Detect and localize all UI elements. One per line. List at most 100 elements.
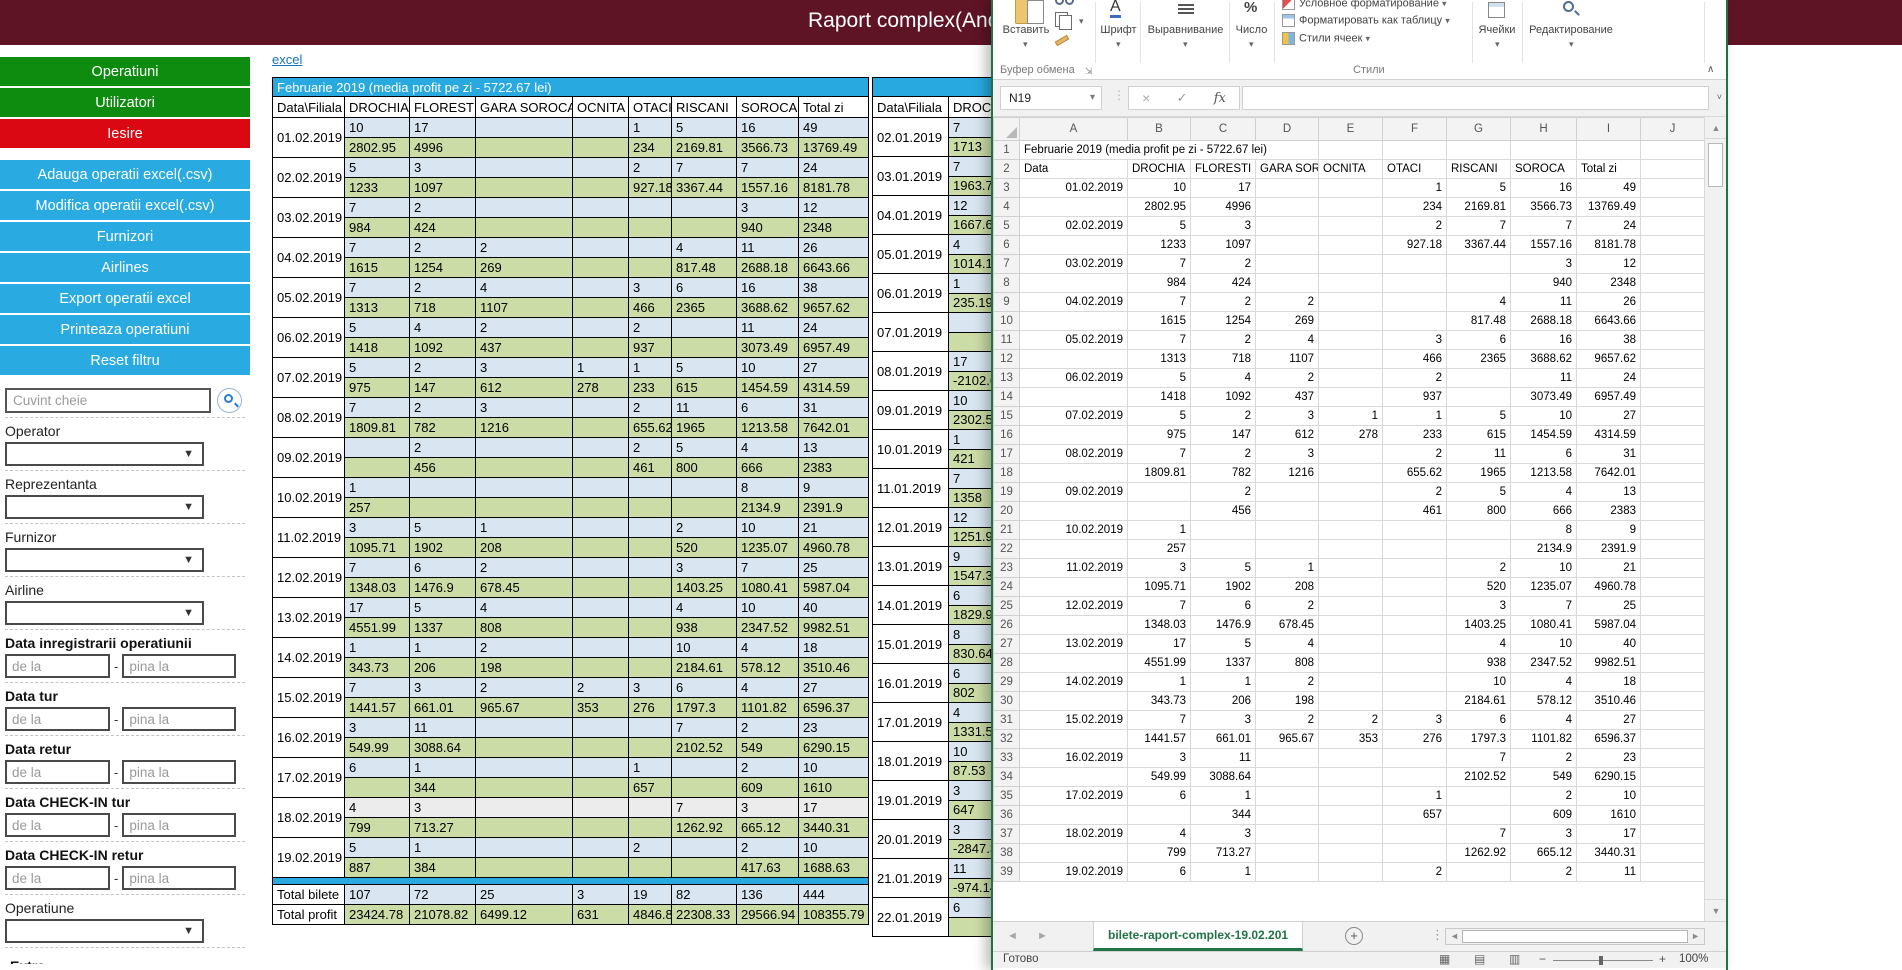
excel-cell[interactable]: 1 — [1319, 407, 1383, 426]
row-header-22[interactable]: 22 — [994, 540, 1020, 559]
excel-cell[interactable] — [1319, 540, 1383, 559]
row-header-26[interactable]: 26 — [994, 616, 1020, 635]
excel-cell[interactable] — [1319, 198, 1383, 217]
excel-cell[interactable]: 2383 — [1577, 502, 1641, 521]
excel-cell[interactable] — [1641, 711, 1705, 730]
excel-cell[interactable]: 2 — [1319, 711, 1383, 730]
excel-cell[interactable]: 1235.07 — [1511, 578, 1577, 597]
date-from-input[interactable] — [5, 813, 110, 837]
excel-cell[interactable]: 233 — [1383, 426, 1447, 445]
excel-cell[interactable] — [1319, 863, 1383, 882]
date-to-input[interactable] — [122, 866, 236, 890]
excel-cell[interactable] — [1319, 578, 1383, 597]
row-header-10[interactable]: 10 — [994, 312, 1020, 331]
excel-cell[interactable]: 3440.31 — [1577, 844, 1641, 863]
row-header-31[interactable]: 31 — [994, 711, 1020, 730]
excel-cell[interactable]: 3 — [1128, 749, 1191, 768]
excel-cell[interactable] — [1319, 654, 1383, 673]
excel-cell[interactable]: 1809.81 — [1128, 464, 1191, 483]
excel-cell[interactable]: 612 — [1256, 426, 1319, 445]
excel-cell[interactable] — [1319, 844, 1383, 863]
excel-cell[interactable]: 344 — [1191, 806, 1256, 825]
excel-cell[interactable] — [1256, 540, 1319, 559]
date-to-input[interactable] — [122, 760, 236, 784]
excel-cell[interactable]: SOROCA — [1511, 160, 1577, 179]
excel-cell[interactable]: 6596.37 — [1577, 730, 1641, 749]
excel-cell[interactable] — [1020, 844, 1128, 863]
column-header-E[interactable]: E — [1319, 118, 1383, 141]
excel-cell[interactable]: 1095.71 — [1128, 578, 1191, 597]
column-header-A[interactable]: A — [1020, 118, 1128, 141]
excel-cell[interactable]: 2 — [1256, 293, 1319, 312]
excel-cell[interactable] — [1641, 578, 1705, 597]
excel-cell[interactable]: 5 — [1128, 369, 1191, 388]
excel-cell[interactable] — [1383, 540, 1447, 559]
reprezentanta-select[interactable]: ▼ — [5, 495, 204, 519]
airline-select[interactable]: ▼ — [5, 601, 204, 625]
excel-cell[interactable] — [1319, 179, 1383, 198]
cell-styles-button[interactable]: Стили ячеек ▾ — [1282, 32, 1370, 45]
excel-cell[interactable] — [1383, 635, 1447, 654]
row-header-25[interactable]: 25 — [994, 597, 1020, 616]
excel-cell[interactable] — [1256, 787, 1319, 806]
excel-cell[interactable] — [1447, 521, 1511, 540]
excel-cell[interactable]: 1557.16 — [1511, 236, 1577, 255]
excel-cell[interactable]: 17 — [1128, 635, 1191, 654]
excel-cell[interactable] — [1020, 274, 1128, 293]
row-header-6[interactable]: 6 — [994, 236, 1020, 255]
excel-cell[interactable]: 21 — [1577, 559, 1641, 578]
excel-cell[interactable]: 1418 — [1128, 388, 1191, 407]
excel-cell[interactable]: 7 — [1447, 217, 1511, 236]
excel-cell[interactable]: 7 — [1511, 217, 1577, 236]
excel-cell[interactable]: 6 — [1447, 331, 1511, 350]
excel-cell[interactable]: 6957.49 — [1577, 388, 1641, 407]
excel-cell[interactable] — [1020, 806, 1128, 825]
excel-cell[interactable]: 01.02.2019 — [1020, 179, 1128, 198]
row-header-39[interactable]: 39 — [994, 863, 1020, 882]
excel-cell[interactable]: 437 — [1256, 388, 1319, 407]
excel-cell[interactable] — [1020, 388, 1128, 407]
excel-cell[interactable]: 2 — [1511, 863, 1577, 882]
excel-cell[interactable] — [1319, 350, 1383, 369]
excel-cell[interactable] — [1256, 863, 1319, 882]
excel-cell[interactable]: 6 — [1191, 597, 1256, 616]
excel-cell[interactable]: 6290.15 — [1577, 768, 1641, 787]
excel-cell[interactable] — [1383, 692, 1447, 711]
excel-cell[interactable] — [1641, 141, 1705, 160]
excel-cell[interactable] — [1319, 673, 1383, 692]
date-to-input[interactable] — [122, 813, 236, 837]
format-as-table-button[interactable]: Форматировать как таблицу ▾ — [1282, 14, 1450, 27]
excel-cell[interactable] — [1641, 692, 1705, 711]
excel-cell[interactable]: 08.02.2019 — [1020, 445, 1128, 464]
row-header-33[interactable]: 33 — [994, 749, 1020, 768]
excel-cell[interactable]: 14.02.2019 — [1020, 673, 1128, 692]
tool-button[interactable]: Reset filtru — [0, 346, 250, 375]
excel-cell[interactable] — [1319, 768, 1383, 787]
excel-cell[interactable]: 5 — [1447, 407, 1511, 426]
collapse-ribbon-icon[interactable]: ∧ — [1707, 64, 1714, 75]
excel-cell[interactable]: 2 — [1383, 369, 1447, 388]
excel-cell[interactable]: 713.27 — [1191, 844, 1256, 863]
row-header-24[interactable]: 24 — [994, 578, 1020, 597]
excel-cell[interactable]: 7642.01 — [1577, 464, 1641, 483]
excel-cell[interactable] — [1641, 806, 1705, 825]
excel-cell[interactable]: 655.62 — [1383, 464, 1447, 483]
operatiune-select[interactable]: ▼ — [5, 919, 204, 943]
excel-cell[interactable] — [1020, 236, 1128, 255]
sheet-prev-icon[interactable]: ◄ — [1007, 930, 1018, 942]
excel-cell[interactable]: 6 — [1447, 711, 1511, 730]
excel-cell[interactable] — [1319, 616, 1383, 635]
row-header-20[interactable]: 20 — [994, 502, 1020, 521]
excel-cell[interactable]: 208 — [1256, 578, 1319, 597]
excel-cell[interactable]: 4 — [1256, 331, 1319, 350]
excel-cell[interactable]: 11 — [1191, 749, 1256, 768]
excel-cell[interactable]: 4 — [1511, 711, 1577, 730]
zoom-out-icon[interactable]: − — [1539, 952, 1546, 966]
excel-cell[interactable] — [1020, 312, 1128, 331]
name-box-caret-icon[interactable]: ▾ — [1090, 87, 1095, 109]
excel-cell[interactable]: 2102.52 — [1447, 768, 1511, 787]
excel-cell[interactable]: 4 — [1447, 635, 1511, 654]
excel-cell[interactable] — [1641, 768, 1705, 787]
column-header-C[interactable]: C — [1191, 118, 1256, 141]
excel-cell[interactable] — [1128, 502, 1191, 521]
